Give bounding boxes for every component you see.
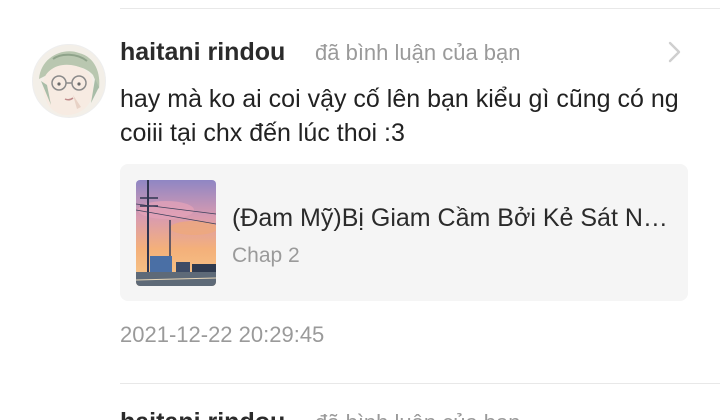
story-cover-image (136, 180, 216, 286)
chevron-right-icon[interactable] (660, 38, 688, 66)
action-text: đã bình luận của bạn (315, 40, 521, 65)
notification-screen: haitani rindou đã bình luận của bạn hay … (0, 0, 720, 420)
next-action-text: đã bình luận của bạn (315, 410, 521, 420)
user-avatar[interactable] (32, 44, 106, 118)
story-card[interactable]: (Đam Mỹ)Bị Giam Cầm Bởi Kẻ Sát Nhân Chap… (120, 164, 688, 301)
bottom-divider (120, 383, 720, 384)
story-title[interactable]: (Đam Mỹ)Bị Giam Cầm Bởi Kẻ Sát Nhân (232, 204, 676, 233)
avatar-illustration (33, 45, 105, 117)
commenter-username[interactable]: haitani rindou (120, 38, 285, 67)
next-commenter-username[interactable]: haitani rindou (120, 408, 285, 420)
comment-text: hay mà ko ai coi vậy cố lên bạn kiểu gì … (120, 85, 679, 147)
chapter-label: Chap 2 (232, 244, 300, 267)
top-divider (120, 8, 720, 9)
comment-timestamp: 2021-12-22 20:29:45 (120, 322, 325, 347)
